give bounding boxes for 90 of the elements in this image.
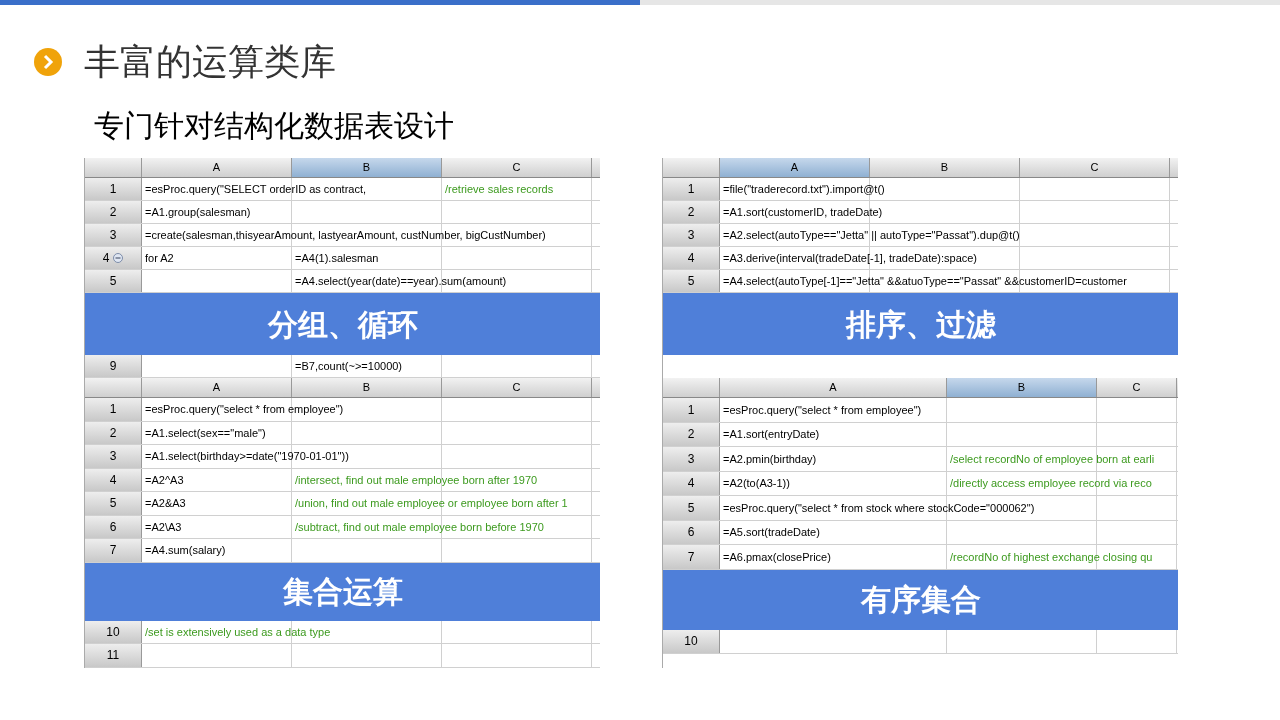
row-number: 6 bbox=[663, 520, 720, 544]
formula-text: =A2\A3 bbox=[145, 519, 182, 535]
column-header-edge bbox=[592, 158, 600, 177]
formula-text: =esProc.query("select * from employee") bbox=[723, 402, 922, 418]
formula-text: =A1.select(sex=="male") bbox=[145, 425, 266, 441]
row-number: 4 bbox=[85, 468, 142, 491]
row-number: 2 bbox=[663, 201, 720, 223]
topic-banner: 分组、循环 bbox=[85, 293, 600, 355]
column-header[interactable]: C bbox=[1020, 158, 1170, 177]
row-number: 1 bbox=[85, 178, 142, 200]
formula-text: =create(salesman,thisyearAmount, lastyearAmount, custNumber, bigCustNumber) bbox=[145, 227, 546, 243]
chevron-circle-icon bbox=[34, 48, 62, 76]
formula-text: =file("traderecord.txt").import@t() bbox=[723, 181, 885, 197]
corner-header bbox=[85, 158, 142, 177]
formula-text: for A2 bbox=[145, 250, 174, 266]
formula-text: =A2&A3 bbox=[145, 496, 186, 511]
comment-text: /directly access employee record via reco bbox=[950, 476, 1152, 491]
row-number: 3 bbox=[663, 447, 720, 471]
slide-title: 丰富的运算类库 bbox=[84, 40, 336, 84]
formula-text: =A1.group(salesman) bbox=[145, 204, 251, 220]
row-number: 9 bbox=[85, 355, 142, 377]
row-number: 4 bbox=[663, 471, 720, 495]
column-header[interactable]: B bbox=[947, 378, 1097, 397]
column-header[interactable]: B bbox=[292, 378, 442, 397]
formula-text: =A2(to(A3-1)) bbox=[723, 476, 790, 491]
topic-banner: 排序、过滤 bbox=[663, 293, 1178, 355]
row-number: 7 bbox=[663, 545, 720, 569]
column-header-edge bbox=[592, 378, 600, 397]
comment-text: /set is extensively used as a data type bbox=[145, 624, 331, 640]
topic-banner: 集合运算 bbox=[85, 562, 600, 621]
column-header[interactable]: A bbox=[142, 158, 292, 177]
row-number: 10 bbox=[663, 629, 720, 653]
column-header[interactable]: C bbox=[1097, 378, 1177, 397]
formula-text: =B7,count(~>=10000) bbox=[295, 358, 403, 374]
row-number: 4 bbox=[85, 247, 142, 269]
row-number: 1 bbox=[663, 398, 720, 422]
row-number: 5 bbox=[663, 270, 720, 292]
row-number: 2 bbox=[663, 422, 720, 446]
row-number: 7 bbox=[85, 539, 142, 562]
corner-header bbox=[663, 158, 720, 177]
row-number: 5 bbox=[663, 496, 720, 520]
formula-text: =A4.select(autoType[-1]=="Jetta" &&atuoType=="Passat" &&customerID=customer bbox=[723, 273, 1127, 289]
row-number: 1 bbox=[663, 178, 720, 200]
comment-text: /retrieve sales records bbox=[445, 181, 554, 197]
formula-text: =A4.select(year(date)==year).sum(amount) bbox=[295, 273, 507, 289]
comment-text: /subtract, find out male employee born before 1970 bbox=[295, 519, 544, 535]
formula-text: =A2^A3 bbox=[145, 472, 184, 488]
comment-text: /union, find out male employee or employee born after 1 bbox=[295, 496, 568, 511]
column-header[interactable]: A bbox=[720, 158, 870, 177]
corner-header bbox=[85, 378, 142, 397]
row-number: 4 bbox=[663, 247, 720, 269]
formula-text: =esProc.query("select * from employee") bbox=[145, 402, 344, 417]
formula-text: =esProc.query("SELECT orderID as contract, bbox=[145, 181, 367, 197]
column-header[interactable]: B bbox=[870, 158, 1020, 177]
column-header-edge bbox=[1177, 378, 1178, 397]
row-number: 11 bbox=[85, 644, 142, 667]
topic-banner: 有序集合 bbox=[663, 569, 1178, 630]
collapse-icon[interactable] bbox=[113, 253, 124, 263]
formula-text: =A1.select(birthday>=date("1970-01-01")) bbox=[145, 449, 349, 464]
formula-text: =A4.sum(salary) bbox=[145, 543, 226, 558]
row-number: 2 bbox=[85, 421, 142, 444]
formula-text: =A2.pmin(birthday) bbox=[723, 451, 817, 467]
row-number: 3 bbox=[663, 224, 720, 246]
formula-text: =A3.derive(interval(tradeDate[-1], tradeDate):space) bbox=[723, 250, 978, 266]
formula-text: =A1.sort(customerID, tradeDate) bbox=[723, 204, 883, 220]
column-header[interactable]: A bbox=[142, 378, 292, 397]
column-header[interactable]: C bbox=[442, 378, 592, 397]
formula-text: =esProc.query("select * from stock where stockCode="000062") bbox=[723, 500, 1035, 516]
formula-text: =A4(1).salesman bbox=[295, 250, 379, 266]
row-number: 5 bbox=[85, 492, 142, 515]
row-number: 3 bbox=[85, 445, 142, 468]
column-header[interactable]: B bbox=[292, 158, 442, 177]
row-number: 1 bbox=[85, 398, 142, 421]
corner-header bbox=[663, 378, 720, 397]
row-number: 2 bbox=[85, 201, 142, 223]
formula-text: =A5.sort(tradeDate) bbox=[723, 525, 820, 540]
column-header-edge bbox=[1170, 158, 1178, 177]
row-number: 3 bbox=[85, 224, 142, 246]
comment-text: /select recordNo of employee born at earli bbox=[950, 451, 1155, 467]
comment-text: /intersect, find out male employee born after 1970 bbox=[295, 472, 538, 488]
formula-text: =A2.select(autoType=="Jetta" || autoType="Passat").dup@t() bbox=[723, 227, 1020, 243]
formula-text: =A1.sort(entryDate) bbox=[723, 427, 820, 442]
formula-text: =A6.pmax(closePrice) bbox=[723, 549, 831, 565]
row-number: 10 bbox=[85, 620, 142, 643]
row-number: 5 bbox=[85, 270, 142, 292]
column-header[interactable]: C bbox=[442, 158, 592, 177]
comment-text: /recordNo of highest exchange closing qu bbox=[950, 549, 1153, 565]
row-number: 6 bbox=[85, 515, 142, 538]
column-header[interactable]: A bbox=[720, 378, 947, 397]
slide-subtitle: 专门针对结构化数据表设计 bbox=[94, 109, 454, 142]
